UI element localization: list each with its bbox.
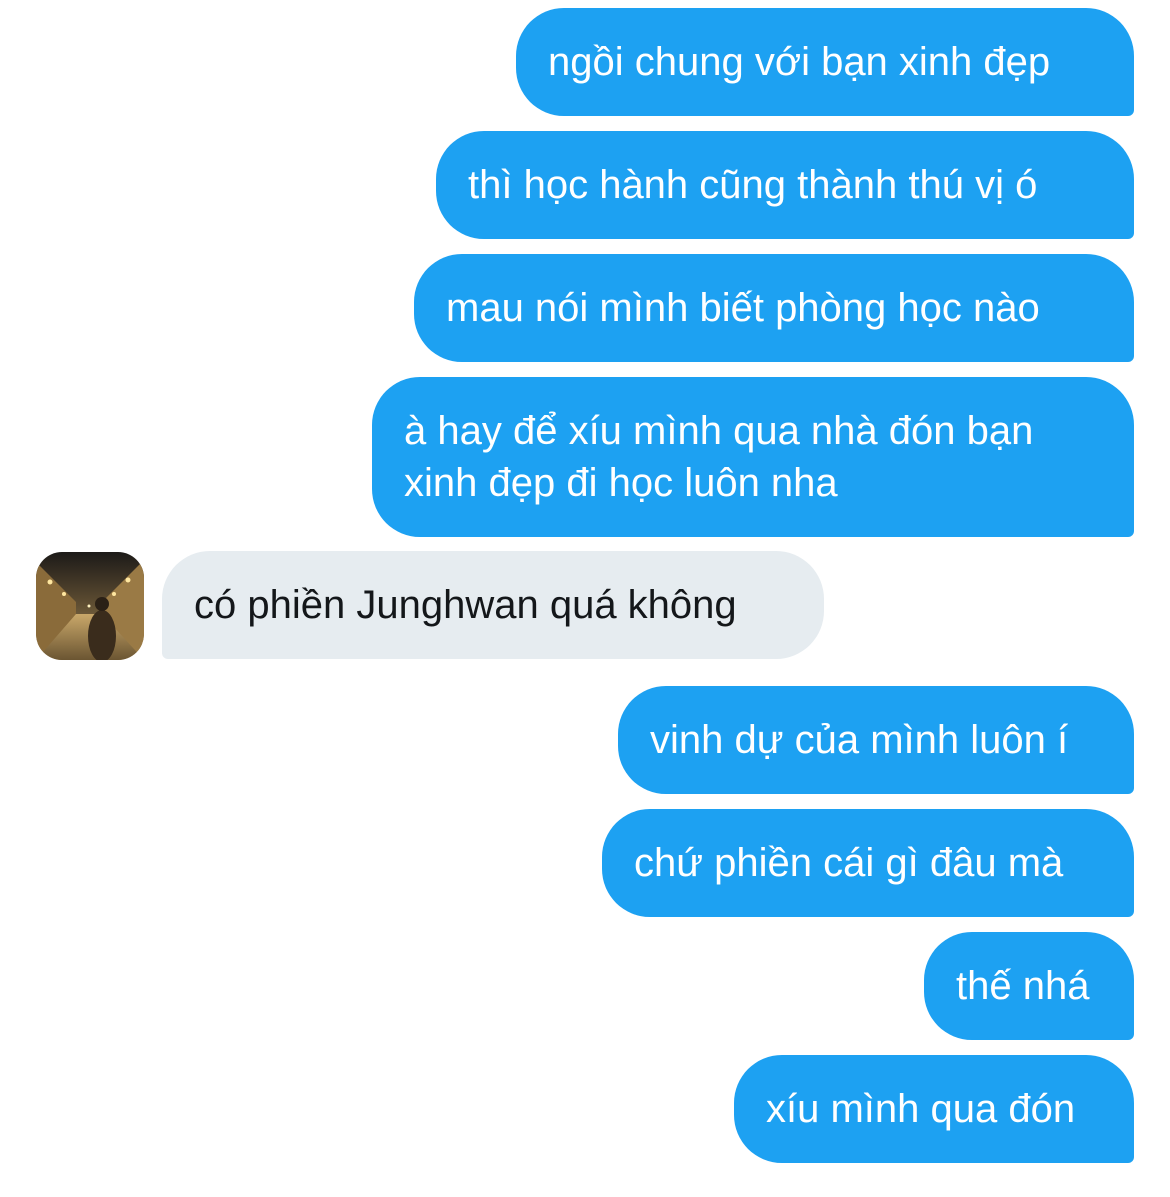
message-bubble-incoming[interactable]: có phiền Junghwan quá không <box>162 551 824 659</box>
message-text: à hay để xíu mình qua nhà đón bạn xinh đ… <box>404 409 1034 505</box>
message-text: thế nhá <box>956 964 1090 1008</box>
message-text: mau nói mình biết phòng học nào <box>446 286 1040 330</box>
message-bubble-outgoing[interactable]: chứ phiền cái gì đâu mà <box>602 809 1134 917</box>
avatar-photo-icon <box>36 552 144 660</box>
message-bubble-outgoing[interactable]: mau nói mình biết phòng học nào <box>414 254 1134 362</box>
message-text: vinh dự của mình luôn í <box>650 718 1069 762</box>
message-text: xíu mình qua đón <box>766 1087 1076 1131</box>
message-bubble-outgoing[interactable]: ngồi chung với bạn xinh đẹp <box>516 8 1134 116</box>
message-bubble-outgoing[interactable]: thế nhá <box>924 932 1134 1040</box>
message-bubble-outgoing[interactable]: xíu mình qua đón <box>734 1055 1134 1163</box>
contact-avatar[interactable] <box>36 552 144 660</box>
message-text: ngồi chung với bạn xinh đẹp <box>548 40 1051 84</box>
message-text: có phiền Junghwan quá không <box>194 583 737 627</box>
message-text: chứ phiền cái gì đâu mà <box>634 841 1064 885</box>
message-text: thì học hành cũng thành thú vị ó <box>468 163 1038 207</box>
message-bubble-outgoing[interactable]: à hay để xíu mình qua nhà đón bạn xinh đ… <box>372 377 1134 537</box>
message-bubble-outgoing[interactable]: vinh dự của mình luôn í <box>618 686 1134 794</box>
message-bubble-outgoing[interactable]: thì học hành cũng thành thú vị ó <box>436 131 1134 239</box>
